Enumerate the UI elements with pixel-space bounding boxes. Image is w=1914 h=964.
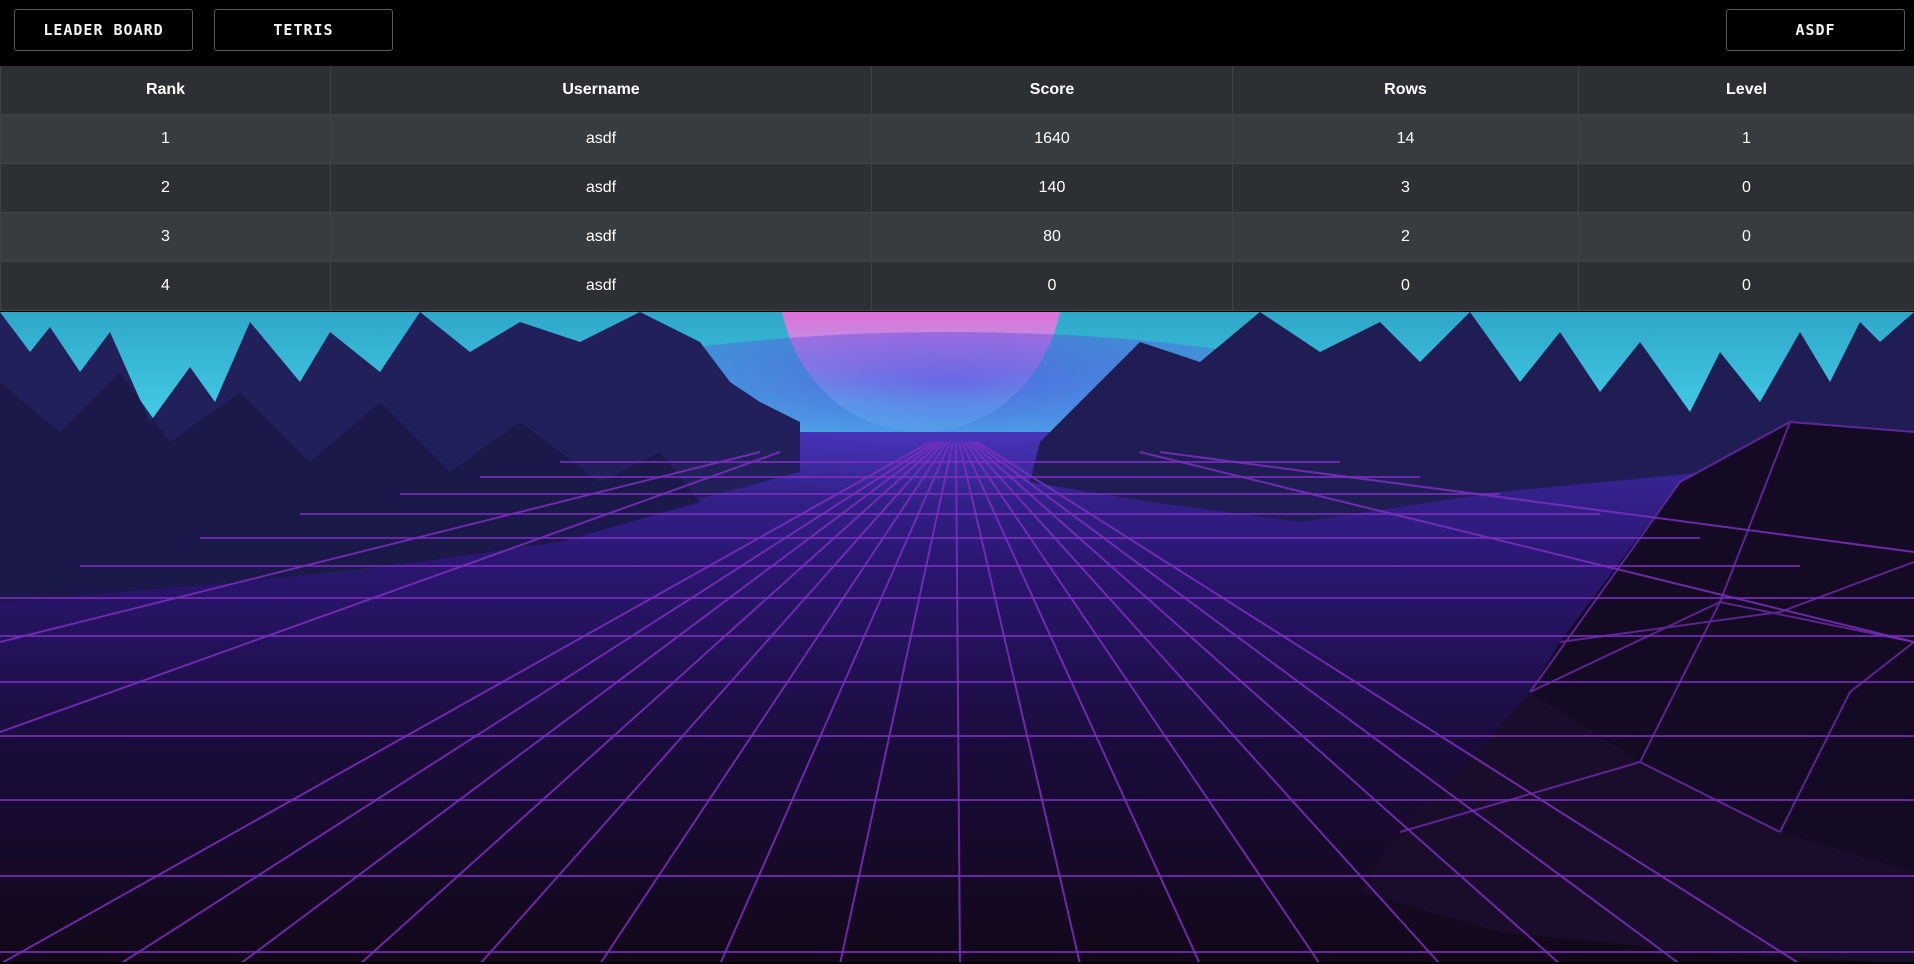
rows-cell: 3 xyxy=(1232,163,1579,213)
level-cell: 0 xyxy=(1578,212,1914,262)
page: LEADER BOARD TETRIS ASDF Rank Username S… xyxy=(0,0,1914,964)
score-cell: 1640 xyxy=(871,114,1233,164)
score-cell: 80 xyxy=(871,212,1233,262)
rank-cell: 3 xyxy=(0,212,331,262)
rank-cell: 1 xyxy=(0,114,331,164)
table-header-row: Rank Username Score Rows Level xyxy=(0,66,1914,115)
column-header-rank: Rank xyxy=(0,66,331,115)
username-cell: asdf xyxy=(330,114,872,164)
column-header-rows: Rows xyxy=(1232,66,1579,115)
rank-cell: 2 xyxy=(0,163,331,213)
level-cell: 1 xyxy=(1578,114,1914,164)
column-header-username: Username xyxy=(330,66,872,115)
synthwave-background xyxy=(0,312,1914,964)
level-cell: 0 xyxy=(1578,163,1914,213)
user-account-button[interactable]: ASDF xyxy=(1726,9,1905,51)
username-cell: asdf xyxy=(330,261,872,311)
rows-cell: 2 xyxy=(1232,212,1579,262)
column-header-score: Score xyxy=(871,66,1233,115)
top-nav-bar: LEADER BOARD TETRIS ASDF xyxy=(0,0,1914,62)
table-row: 3 asdf 80 2 0 xyxy=(0,212,1914,262)
tetris-button[interactable]: TETRIS xyxy=(214,9,393,51)
table-row: 4 asdf 0 0 0 xyxy=(0,261,1914,311)
username-cell: asdf xyxy=(330,212,872,262)
column-header-level: Level xyxy=(1578,66,1914,115)
rows-cell: 14 xyxy=(1232,114,1579,164)
leaderboard-button[interactable]: LEADER BOARD xyxy=(14,9,193,51)
table-row: 1 asdf 1640 14 1 xyxy=(0,114,1914,164)
username-cell: asdf xyxy=(330,163,872,213)
rows-cell: 0 xyxy=(1232,261,1579,311)
table-row: 2 asdf 140 3 0 xyxy=(0,163,1914,213)
leaderboard-table: Rank Username Score Rows Level 1 asdf 16… xyxy=(0,66,1914,311)
score-cell: 0 xyxy=(871,261,1233,311)
level-cell: 0 xyxy=(1578,261,1914,311)
rank-cell: 4 xyxy=(0,261,331,311)
score-cell: 140 xyxy=(871,163,1233,213)
